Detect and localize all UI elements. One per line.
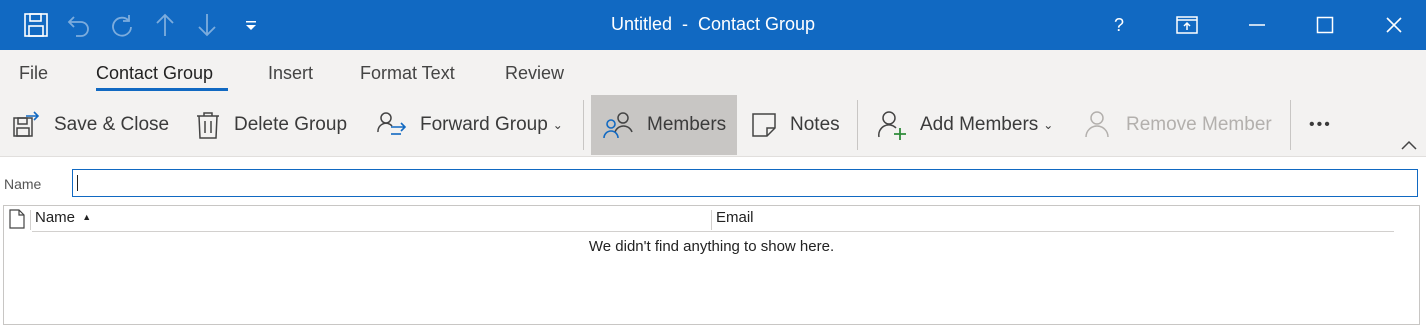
delete-group-label: Delete Group bbox=[234, 114, 348, 135]
column-divider bbox=[711, 210, 712, 230]
column-header-email[interactable]: Email bbox=[716, 209, 754, 226]
note-icon bbox=[750, 111, 778, 139]
chevron-down-icon: ⌄ bbox=[1043, 118, 1054, 132]
header-underline bbox=[32, 231, 1394, 232]
more-commands-button[interactable]: ••• bbox=[1309, 95, 1332, 155]
column-name-label: Name bbox=[35, 209, 76, 226]
ribbon-divider bbox=[857, 100, 858, 150]
item-type-icon bbox=[8, 209, 26, 234]
help-button[interactable]: ? bbox=[1096, 0, 1142, 50]
column-header-name[interactable]: Name ▲ bbox=[35, 209, 91, 226]
ribbon-display-options-icon[interactable] bbox=[1164, 0, 1210, 50]
tab-review[interactable]: Review bbox=[505, 63, 564, 84]
forward-group-button[interactable]: Forward Group ⌄ bbox=[376, 95, 563, 155]
chevron-down-icon: ⌄ bbox=[552, 118, 563, 132]
window-title: Untitled - Contact Group bbox=[0, 14, 1426, 35]
save-close-label: Save & Close bbox=[54, 114, 170, 135]
active-tab-indicator bbox=[96, 88, 228, 91]
notes-label: Notes bbox=[790, 114, 840, 135]
save-close-button[interactable]: Save & Close bbox=[12, 95, 169, 155]
more-commands-label: ••• bbox=[1309, 116, 1332, 133]
add-members-label: Add Members bbox=[920, 114, 1039, 135]
add-person-icon bbox=[876, 109, 908, 141]
remove-person-icon bbox=[1082, 109, 1114, 141]
forward-group-label: Forward Group bbox=[420, 114, 548, 135]
ribbon-divider bbox=[583, 100, 584, 150]
members-list[interactable]: Name ▲ Email We didn't find anything to … bbox=[3, 205, 1420, 325]
collapse-ribbon-icon[interactable] bbox=[1400, 138, 1418, 156]
tab-file[interactable]: File bbox=[19, 63, 48, 84]
title-separator: - bbox=[681, 14, 688, 34]
column-divider bbox=[30, 210, 31, 230]
remove-member-label: Remove Member bbox=[1126, 114, 1272, 135]
tab-insert[interactable]: Insert bbox=[268, 63, 313, 84]
maximize-icon[interactable] bbox=[1302, 0, 1348, 50]
text-cursor bbox=[77, 175, 78, 191]
ribbon-toolbar: Save & Close Delete Group Forward Group … bbox=[0, 94, 1426, 157]
trash-icon bbox=[194, 110, 222, 140]
members-label: Members bbox=[647, 114, 727, 135]
save-close-icon bbox=[12, 110, 42, 140]
sort-ascending-icon: ▲ bbox=[82, 212, 92, 222]
name-input[interactable] bbox=[72, 169, 1418, 197]
delete-group-button[interactable]: Delete Group bbox=[194, 95, 347, 155]
members-button[interactable]: Members bbox=[591, 95, 737, 155]
members-icon bbox=[601, 110, 635, 140]
name-label: Name bbox=[4, 176, 42, 192]
document-title: Untitled bbox=[610, 14, 672, 34]
empty-list-message: We didn't find anything to show here. bbox=[588, 238, 835, 255]
tab-format-text[interactable]: Format Text bbox=[360, 63, 455, 84]
notes-button[interactable]: Notes bbox=[750, 95, 840, 155]
tab-contact-group[interactable]: Contact Group bbox=[96, 63, 213, 84]
help-label: ? bbox=[1113, 14, 1124, 35]
remove-member-button[interactable]: Remove Member bbox=[1082, 95, 1272, 155]
add-members-button[interactable]: Add Members ⌄ bbox=[876, 95, 1053, 155]
title-bar: Untitled - Contact Group ? bbox=[0, 0, 1426, 50]
close-icon[interactable] bbox=[1371, 0, 1417, 50]
forward-contact-icon bbox=[376, 110, 408, 140]
ribbon-divider bbox=[1290, 100, 1291, 150]
window-subtitle: Contact Group bbox=[697, 14, 816, 34]
minimize-icon[interactable] bbox=[1234, 0, 1280, 50]
